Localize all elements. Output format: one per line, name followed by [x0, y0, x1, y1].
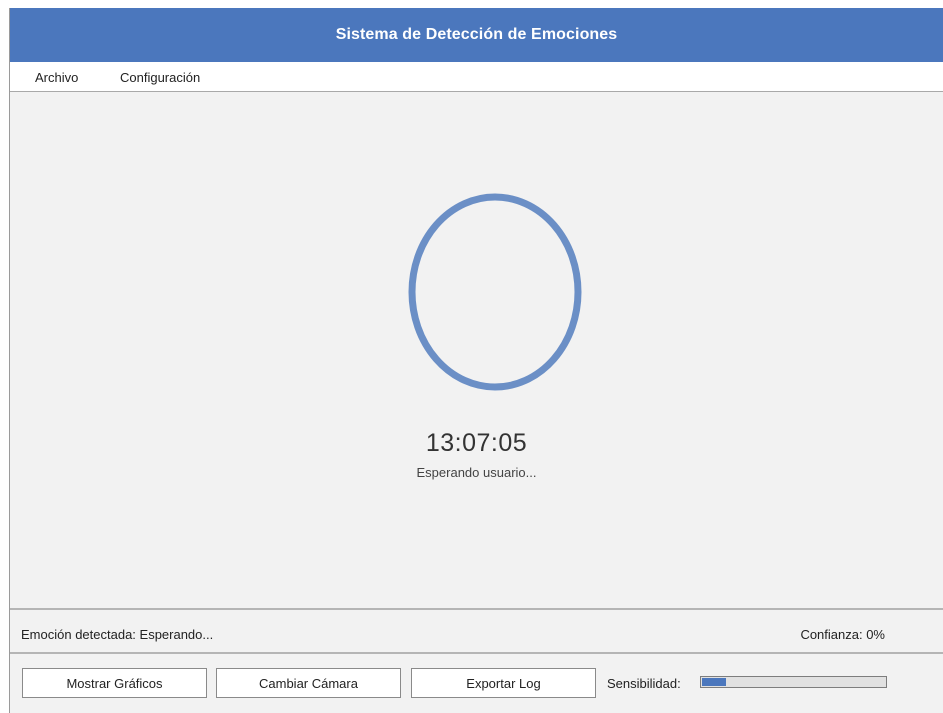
confidence-label: Confianza: 0% — [800, 627, 885, 642]
menu-archivo[interactable]: Archivo — [35, 70, 78, 85]
camera-view-panel: 13:07:05 Esperando usuario... — [10, 92, 943, 608]
menu-bar: Archivo Configuración — [10, 62, 943, 92]
sensitivity-slider[interactable] — [700, 676, 887, 688]
show-graphs-button[interactable]: Mostrar Gráficos — [22, 668, 207, 698]
face-outline-ellipse — [408, 193, 582, 391]
export-log-button[interactable]: Exportar Log — [411, 668, 596, 698]
face-outline-icon — [408, 193, 582, 391]
window-title: Sistema de Detección de Emociones — [335, 26, 618, 43]
change-camera-button[interactable]: Cambiar Cámara — [216, 668, 401, 698]
clock-display: 13:07:05 — [425, 429, 528, 457]
bottom-toolbar: Mostrar Gráficos Cambiar Cámara Exportar… — [10, 654, 943, 713]
sensitivity-slider-fill — [702, 678, 726, 686]
menu-configuracion[interactable]: Configuración — [120, 70, 200, 85]
app-window: Sistema de Detección de Emociones Archiv… — [9, 8, 943, 713]
title-bar: Sistema de Detección de Emociones — [10, 8, 943, 62]
status-bar: Emoción detectada: Esperando... Confianz… — [10, 608, 943, 654]
sensitivity-label: Sensibilidad: — [607, 676, 681, 691]
detected-emotion-label: Emoción detectada: Esperando... — [21, 627, 214, 642]
waiting-status-text: Esperando usuario... — [416, 465, 537, 480]
